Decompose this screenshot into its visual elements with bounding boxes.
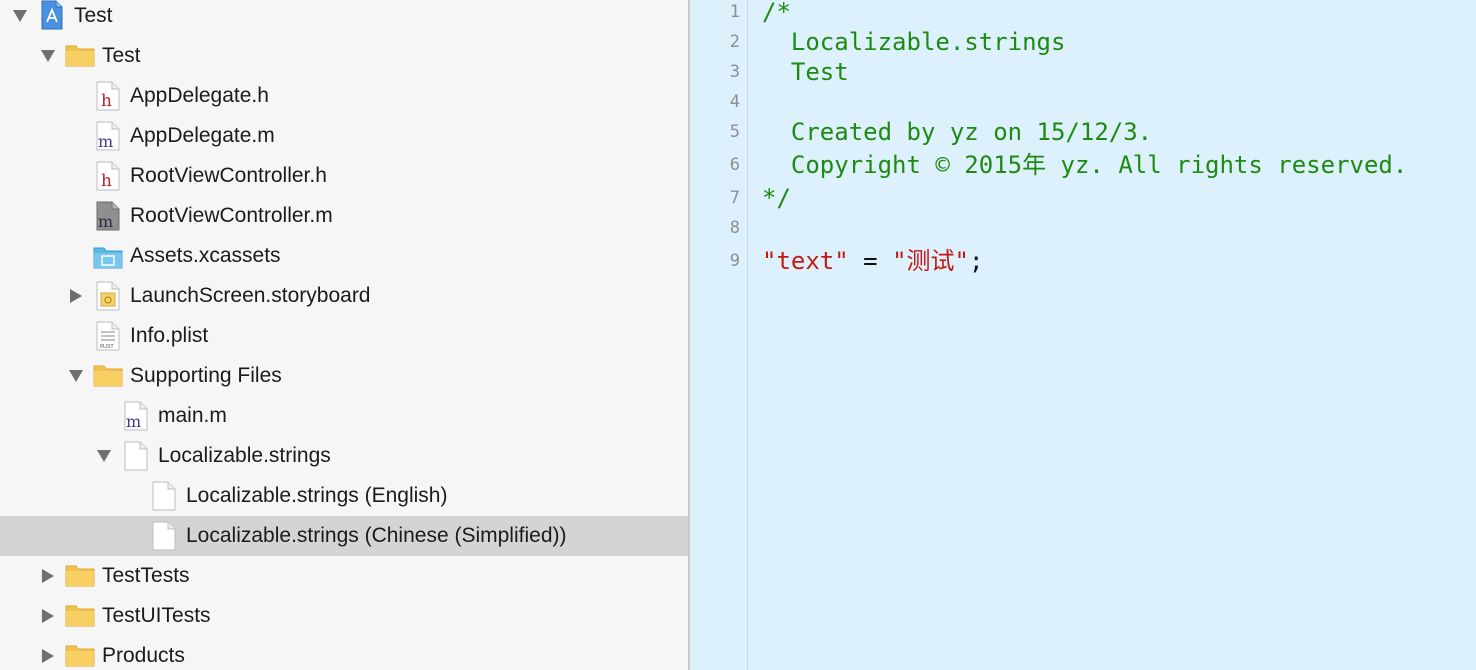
disclosure-expanded-icon[interactable] [96,448,112,464]
nav-item-label: Test [102,44,141,67]
svg-text:h: h [101,171,112,191]
string-value: "测试" [892,247,969,275]
nav-item-info-plist[interactable]: PLIST Info.plist [0,316,688,356]
line-number: 2 [729,32,740,52]
nav-item-label: Products [102,644,185,667]
folder-icon [65,45,95,67]
nav-item-label: Assets.xcassets [130,244,281,267]
disclosure-collapsed-icon[interactable] [40,608,56,624]
folder-icon [65,645,95,667]
string-key: "text" [762,247,849,275]
disclosure-collapsed-icon[interactable] [40,648,56,664]
disclosure-expanded-icon[interactable] [12,8,28,24]
nav-item-rootviewcontroller-m[interactable]: m RootViewController.m [0,196,688,236]
plist-icon: PLIST [96,321,120,351]
code-line-1: /* [762,0,791,26]
line-number: 3 [729,62,740,82]
nav-item-label: Info.plist [130,324,209,347]
code-editor[interactable]: 1 2 3 4 5 6 7 8 9 /* Localizable.strings… [690,0,1476,670]
nav-item-label: Test [74,4,113,27]
asset-catalog-icon [93,247,123,269]
svg-text:m: m [98,212,113,231]
nav-item-project-test[interactable]: Test [0,0,688,36]
code-line-2: Localizable.strings [762,28,1066,56]
code-line-7: */ [762,184,791,212]
nav-item-label: Localizable.strings (Chinese (Simplified… [186,524,567,547]
nav-item-label: AppDelegate.h [130,84,269,107]
disclosure-collapsed-icon[interactable] [40,568,56,584]
nav-item-label: AppDelegate.m [130,124,275,147]
code-line-6: Copyright © 2015年 yz. All rights reserve… [762,151,1408,179]
nav-item-localizable-english[interactable]: Localizable.strings (English) [0,476,688,516]
nav-item-appdelegate-m[interactable]: m AppDelegate.m [0,116,688,156]
nav-item-label: TestTests [102,564,190,587]
header-file-icon: h [96,161,120,191]
xcode-window: Test Test h AppDelegate.h m AppDelegate.… [0,0,1476,670]
line-number: 7 [729,188,740,208]
objc-file-icon: m [96,121,120,151]
nav-item-testtests[interactable]: TestTests [0,556,688,596]
objc-file-icon: m [124,401,148,431]
folder-icon [65,605,95,627]
nav-item-assets[interactable]: Assets.xcassets [0,236,688,276]
nav-item-rootviewcontroller-h[interactable]: h RootViewController.h [0,156,688,196]
line-number-gutter: 1 2 3 4 5 6 7 8 9 [690,0,748,670]
semicolon: ; [968,247,984,275]
nav-item-appdelegate-h[interactable]: h AppDelegate.h [0,76,688,116]
strings-file-icon [152,481,176,511]
nav-item-label: TestUITests [102,604,211,627]
code-line-5: Created by yz on 15/12/3. [762,118,1153,146]
svg-text:h: h [101,91,112,111]
nav-item-products[interactable]: Products [0,636,688,670]
nav-item-main-m[interactable]: m main.m [0,396,688,436]
code-line-9: "text" = "测试"; [762,246,983,276]
folder-icon [65,565,95,587]
nav-item-testuitests[interactable]: TestUITests [0,596,688,636]
header-file-icon: h [96,81,120,111]
line-number: 8 [729,218,740,238]
line-number: 5 [729,122,740,142]
folder-icon [93,365,123,387]
disclosure-expanded-icon[interactable] [40,48,56,64]
nav-item-localizable-chinese-selected[interactable]: Localizable.strings (Chinese (Simplified… [0,516,688,556]
nav-item-supporting-files[interactable]: Supporting Files [0,356,688,396]
nav-item-label: RootViewController.h [130,164,327,187]
svg-text:PLIST: PLIST [100,344,114,350]
objc-file-icon-gray: m [96,201,120,231]
line-number: 4 [729,92,740,112]
strings-file-icon [152,521,176,551]
storyboard-icon [96,281,120,311]
strings-file-icon [124,441,148,471]
nav-item-label: Localizable.strings (English) [186,484,448,507]
project-navigator: Test Test h AppDelegate.h m AppDelegate.… [0,0,688,670]
line-number: 6 [729,155,740,175]
nav-item-label: Supporting Files [130,364,282,387]
nav-item-label: LaunchScreen.storyboard [130,284,371,307]
svg-text:m: m [98,132,113,151]
project-icon [41,0,63,30]
nav-item-label: RootViewController.m [130,204,333,227]
line-number: 9 [729,251,740,271]
nav-item-label: main.m [158,404,227,427]
nav-item-localizable-strings[interactable]: Localizable.strings [0,436,688,476]
nav-item-launchscreen-storyboard[interactable]: LaunchScreen.storyboard [0,276,688,316]
nav-item-label: Localizable.strings [158,444,331,467]
nav-item-folder-test[interactable]: Test [0,36,688,76]
disclosure-expanded-icon[interactable] [68,368,84,384]
disclosure-collapsed-icon[interactable] [68,288,84,304]
assignment-operator: = [848,247,893,275]
svg-text:m: m [126,412,141,431]
line-number: 1 [729,2,740,22]
code-line-3: Test [762,58,849,86]
